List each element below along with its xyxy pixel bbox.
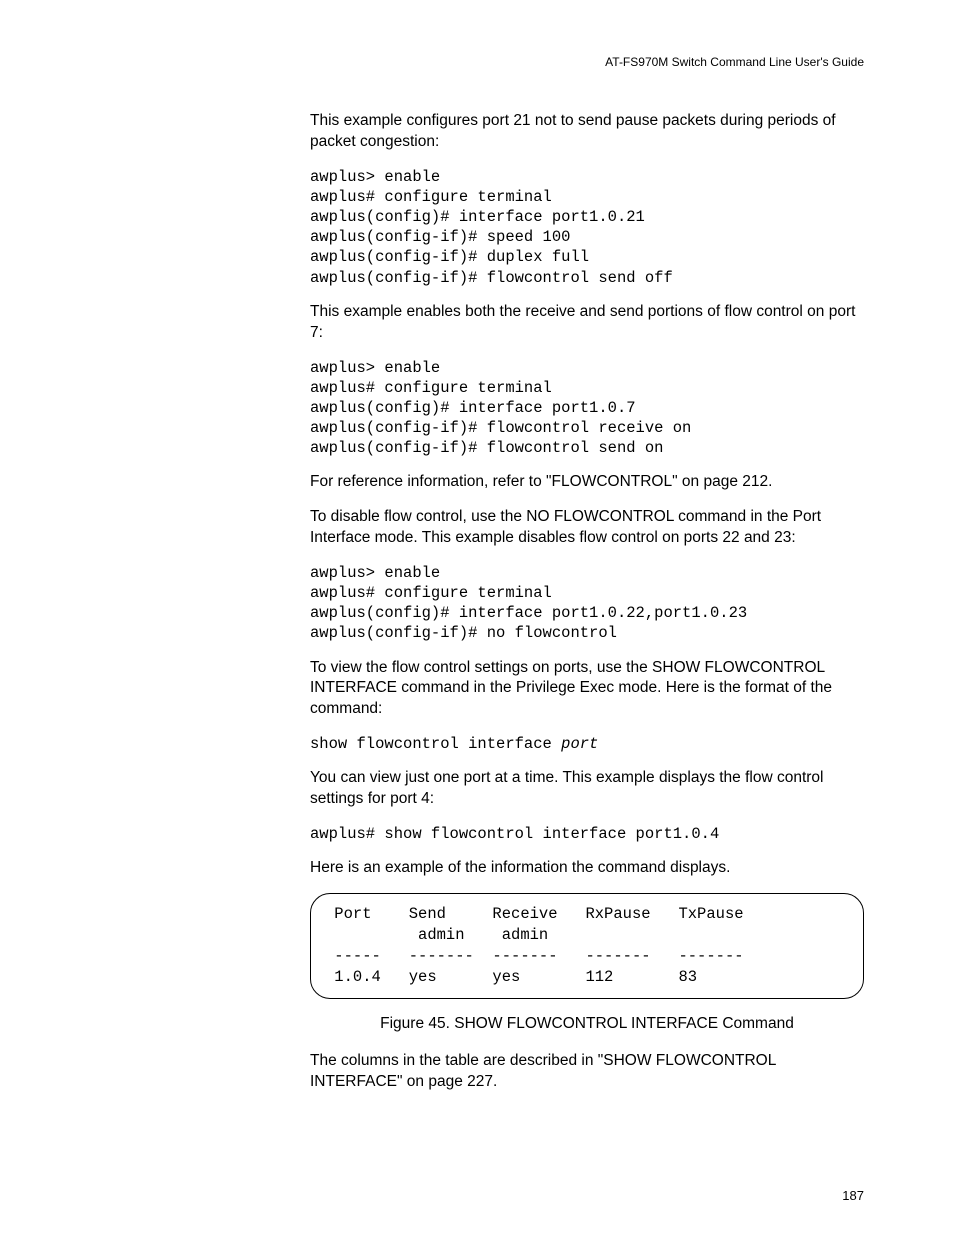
page-number: 187 xyxy=(842,1188,864,1203)
guide-title: AT-FS970M Switch Command Line User's Gui… xyxy=(605,55,864,69)
code-block-show-port4: awplus# show flowcontrol interface port1… xyxy=(310,824,864,844)
figure-caption: Figure 45. SHOW FLOWCONTROL INTERFACE Co… xyxy=(310,1015,864,1033)
code-block-disable: awplus> enable awplus# configure termina… xyxy=(310,563,864,644)
page-header: AT-FS970M Switch Command Line User's Gui… xyxy=(310,55,864,69)
code-block-show-command: show flowcontrol interface port xyxy=(310,734,864,754)
paragraph-reference: For reference information, refer to "FLO… xyxy=(310,472,864,493)
paragraph-view-port4: You can view just one port at a time. Th… xyxy=(310,768,864,810)
paragraph-disable-flowcontrol: To disable flow control, use the NO FLOW… xyxy=(310,507,864,549)
document-page: AT-FS970M Switch Command Line User's Gui… xyxy=(0,0,954,1235)
paragraph-intro-port21: This example configures port 21 not to s… xyxy=(310,111,864,153)
code-block-port7: awplus> enable awplus# configure termina… xyxy=(310,358,864,459)
code-block-port21: awplus> enable awplus# configure termina… xyxy=(310,167,864,288)
show-command-text: show flowcontrol interface xyxy=(310,735,561,753)
paragraph-example-output: Here is an example of the information th… xyxy=(310,858,864,879)
paragraph-show-flowcontrol: To view the flow control settings on por… xyxy=(310,658,864,721)
show-command-param: port xyxy=(561,735,598,753)
figure-output-box: Port Send Receive RxPause TxPause admin … xyxy=(310,893,864,999)
paragraph-columns-reference: The columns in the table are described i… xyxy=(310,1051,864,1093)
paragraph-intro-port7: This example enables both the receive an… xyxy=(310,302,864,344)
